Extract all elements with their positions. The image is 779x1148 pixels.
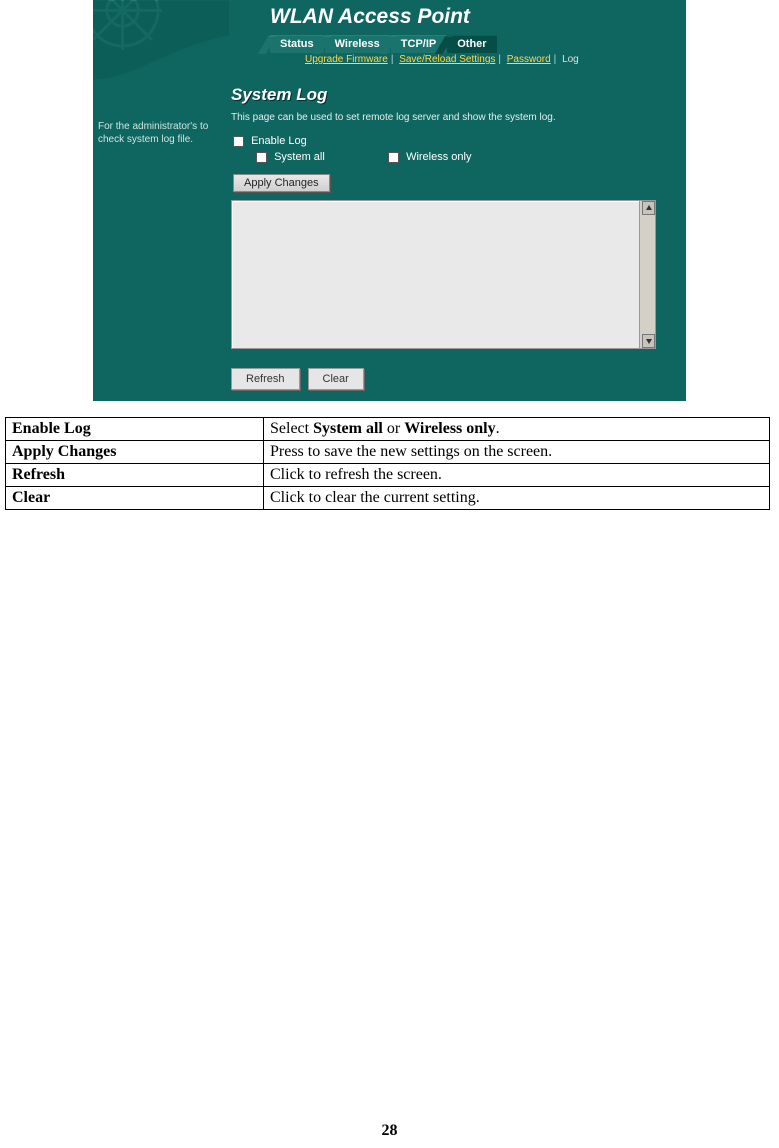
table-row: Enable Log Select System all or Wireless… <box>6 418 770 441</box>
subnav-log-current: Log <box>562 54 579 65</box>
apply-changes-button[interactable]: Apply Changes <box>233 174 330 192</box>
tab-other[interactable]: Other <box>447 35 496 53</box>
system-all-checkbox[interactable] <box>256 152 267 163</box>
refresh-button[interactable]: Refresh <box>231 368 300 390</box>
enable-log-checkbox[interactable] <box>233 136 244 147</box>
clear-button[interactable]: Clear <box>308 368 364 390</box>
wireless-only-label: Wireless only <box>406 151 471 163</box>
table-row: Apply Changes Press to save the new sett… <box>6 441 770 464</box>
desc-cell: Click to refresh the screen. <box>264 464 770 487</box>
main-tabs: Status Wireless TCP/IP Other <box>270 35 497 53</box>
subnav-save-reload[interactable]: Save/Reload Settings <box>399 54 495 65</box>
subnav-password[interactable]: Password <box>507 54 551 65</box>
table-row: Refresh Click to refresh the screen. <box>6 464 770 487</box>
term-cell: Apply Changes <box>6 441 264 464</box>
section-title: System Log <box>231 85 327 105</box>
system-all-label: System all <box>274 151 325 163</box>
screenshot-panel: WLAN Access Point Status Wireless TCP/IP… <box>93 0 686 401</box>
app-title: WLAN Access Point <box>270 5 470 29</box>
term-cell: Clear <box>6 487 264 510</box>
enable-log-label: Enable Log <box>251 135 307 147</box>
desc-cell: Click to clear the current setting. <box>264 487 770 510</box>
scrollbar[interactable] <box>639 201 655 348</box>
scroll-up-icon[interactable] <box>642 201 655 215</box>
gear-decoration <box>93 0 231 80</box>
sidebar-help-text: For the administrator's to check system … <box>98 120 218 146</box>
wireless-only-checkbox[interactable] <box>388 152 399 163</box>
page-number: 28 <box>0 1122 779 1140</box>
log-textarea[interactable] <box>231 200 656 349</box>
term-cell: Enable Log <box>6 418 264 441</box>
subnav-upgrade-firmware[interactable]: Upgrade Firmware <box>305 54 388 65</box>
section-description: This page can be used to set remote log … <box>231 112 556 123</box>
table-row: Clear Click to clear the current setting… <box>6 487 770 510</box>
subnav: Upgrade Firmware| Save/Reload Settings| … <box>305 54 579 65</box>
term-cell: Refresh <box>6 464 264 487</box>
scroll-down-icon[interactable] <box>642 334 655 348</box>
desc-cell: Select System all or Wireless only. <box>264 418 770 441</box>
desc-cell: Press to save the new settings on the sc… <box>264 441 770 464</box>
description-table: Enable Log Select System all or Wireless… <box>5 417 770 510</box>
